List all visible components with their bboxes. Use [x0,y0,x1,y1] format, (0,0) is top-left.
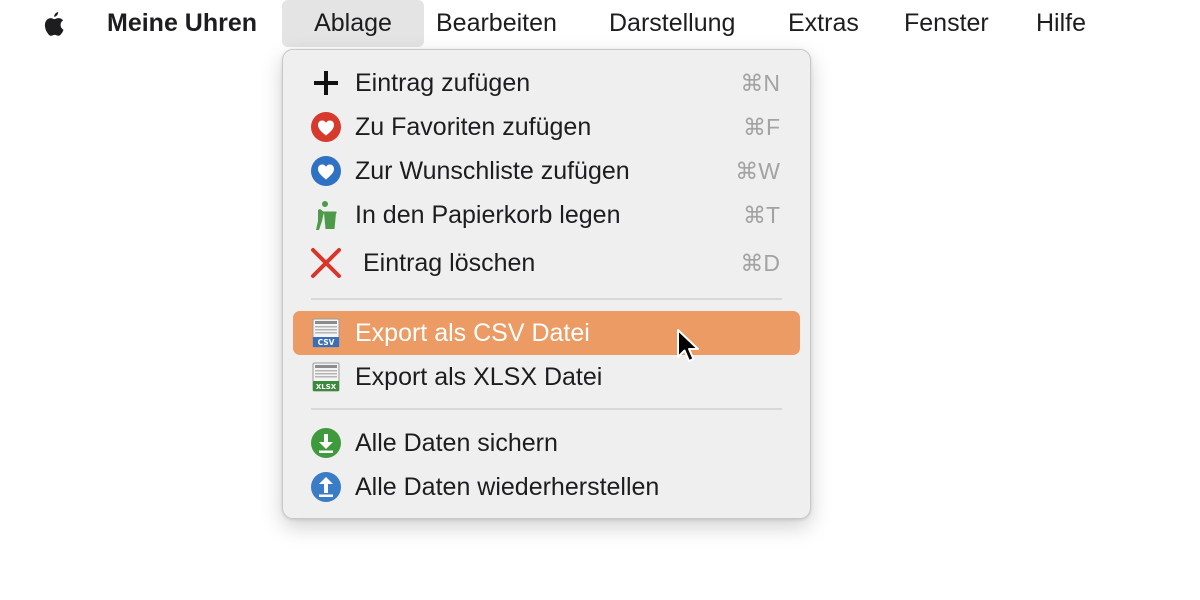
menu-item-eintrag-zufuegen[interactable]: Eintrag zufügen ⌘N [293,61,800,105]
xlsx-icon-text: XLSX [316,383,337,391]
apple-logo-icon[interactable] [38,8,70,40]
upload-icon [311,472,341,502]
menu-item-daten-sichern[interactable]: Alle Daten sichern [293,421,800,465]
xlsx-file-icon: XLSX [312,362,340,392]
csv-icon-text: CSV [318,338,335,347]
shortcut-label: ⌘F [742,114,780,140]
menu-bearbeiten[interactable]: Bearbeiten [436,0,557,48]
menu-hilfe[interactable]: Hilfe [1036,0,1086,48]
menu-item-papierkorb[interactable]: In den Papierkorb legen ⌘T [293,193,800,237]
menu-item-label: Alle Daten sichern [355,429,558,457]
menu-item-label: Export als XLSX Datei [355,363,603,391]
menu-item-label: In den Papierkorb legen [355,201,621,229]
heart-red-icon [311,112,341,142]
ablage-dropdown-menu: Eintrag zufügen ⌘N Zu Favoriten zufügen … [282,49,811,519]
menu-item-label: Eintrag löschen [363,249,536,277]
menu-fenster[interactable]: Fenster [904,0,989,48]
menu-darstellung[interactable]: Darstellung [609,0,735,48]
menu-item-favoriten[interactable]: Zu Favoriten zufügen ⌘F [293,105,800,149]
menu-bar: Meine Uhren Ablage Bearbeiten Darstellun… [0,0,1200,48]
trash-icon [316,201,337,230]
menu-item-export-csv[interactable]: CSV Export als CSV Datei [293,311,800,355]
menu-item-label: Export als CSV Datei [355,319,590,347]
csv-file-icon: CSV [312,318,340,348]
menu-item-eintrag-loeschen[interactable]: Eintrag löschen ⌘D [293,241,800,285]
menu-item-label: Zu Favoriten zufügen [355,113,592,141]
plus-icon [314,71,338,95]
shortcut-label: ⌘T [742,202,780,228]
menu-separator [311,408,782,410]
delete-x-icon [311,248,341,278]
shortcut-label: ⌘D [740,250,780,276]
menu-item-label: Alle Daten wiederherstellen [355,473,660,501]
menu-extras[interactable]: Extras [788,0,859,48]
shortcut-label: ⌘W [735,158,780,184]
menu-ablage[interactable]: Ablage [282,0,424,47]
menu-item-export-xlsx[interactable]: XLSX Export als XLSX Datei [293,355,800,399]
menu-separator [311,298,782,300]
heart-blue-icon [311,156,341,186]
mouse-pointer-icon [677,329,699,362]
app-name-menu[interactable]: Meine Uhren [107,0,257,48]
shortcut-label: ⌘N [740,70,780,96]
download-icon [311,428,341,458]
menu-item-label: Eintrag zufügen [355,69,531,97]
menu-item-wunschliste[interactable]: Zur Wunschliste zufügen ⌘W [293,149,800,193]
menu-item-daten-wiederherstellen[interactable]: Alle Daten wiederherstellen [293,465,800,509]
menu-item-label: Zur Wunschliste zufügen [355,157,630,185]
